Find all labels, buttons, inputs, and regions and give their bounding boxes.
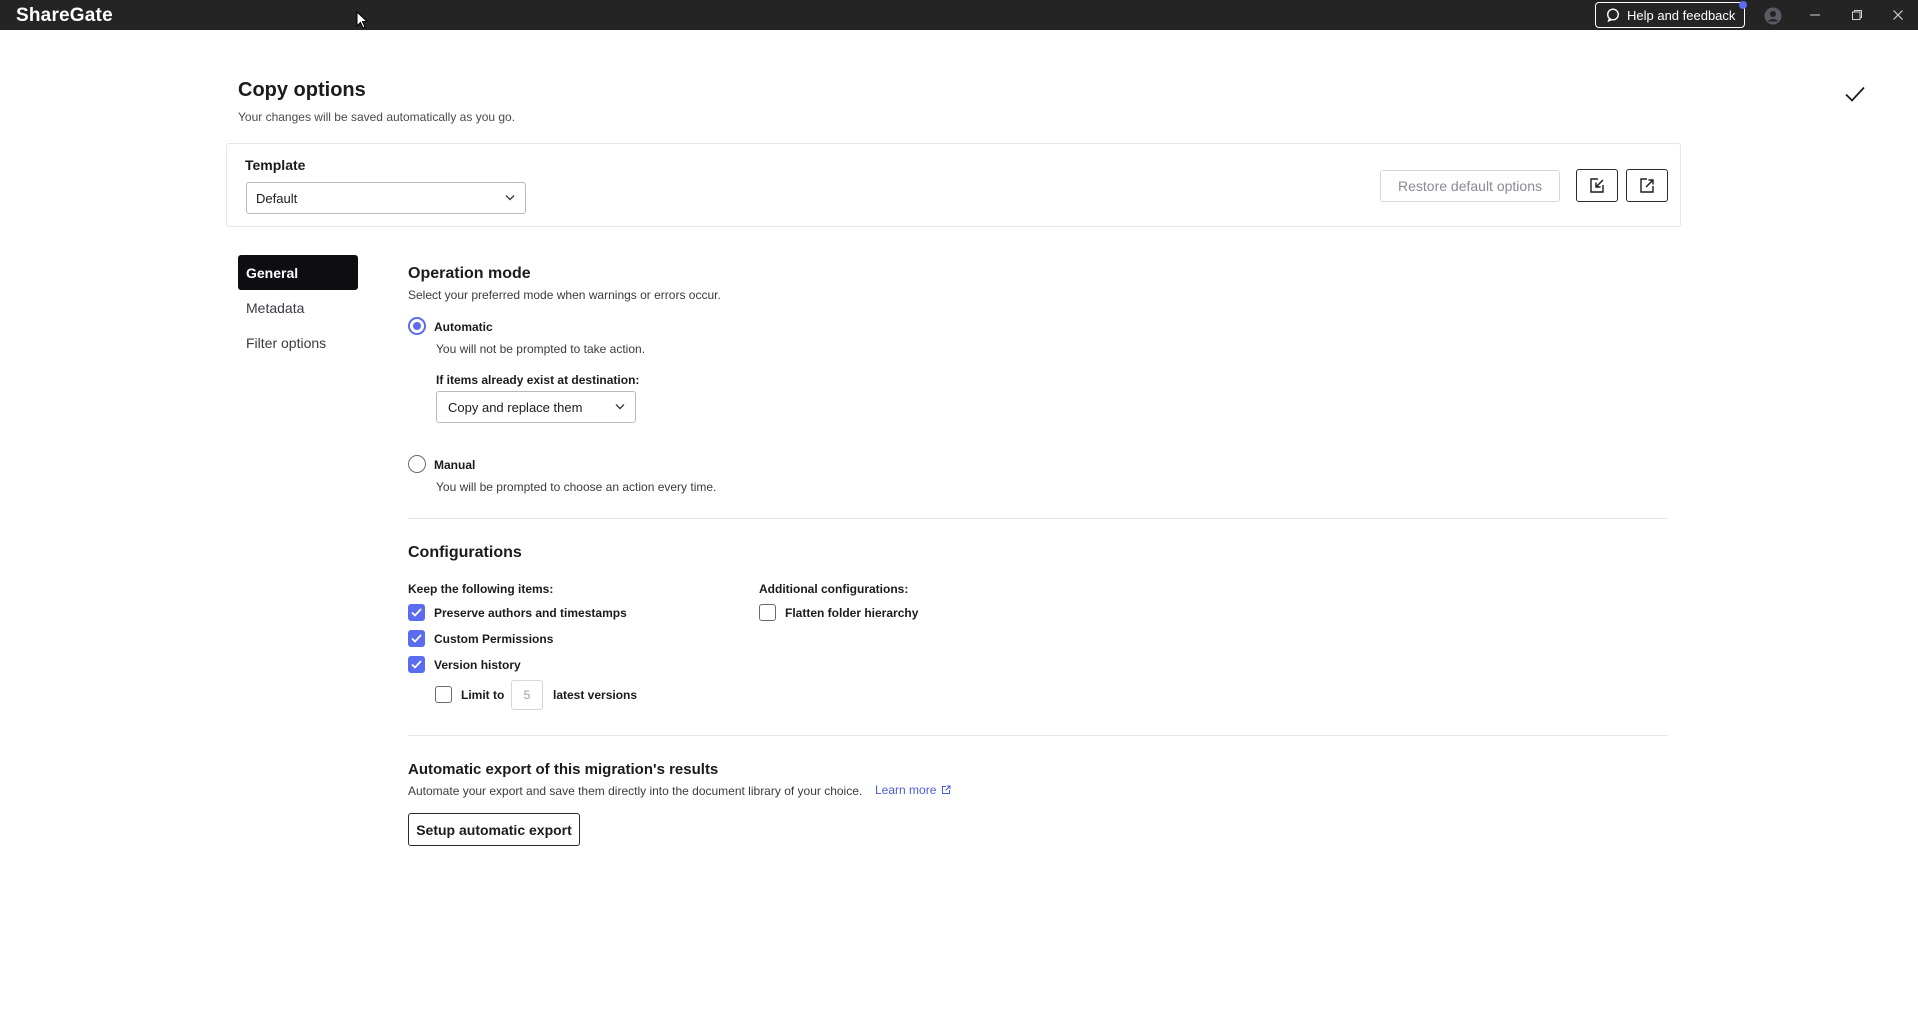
section-divider — [408, 735, 1668, 736]
restore-window-icon[interactable] — [1846, 5, 1868, 25]
latest-versions-label: latest versions — [553, 688, 638, 702]
chevron-down-icon — [615, 404, 625, 410]
exists-at-destination-label: If items already exist at destination: — [436, 373, 640, 387]
version-history-label[interactable]: Version history — [434, 658, 521, 672]
limit-to-label[interactable]: Limit to — [461, 688, 504, 702]
minimize-icon[interactable] — [1804, 5, 1826, 25]
checkmark-icon — [411, 634, 422, 643]
mouse-cursor-icon — [356, 11, 368, 29]
title-bar: ShareGate Help and feedback — [0, 0, 1918, 30]
flatten-folder-checkbox[interactable] — [759, 604, 776, 621]
export-template-button[interactable] — [1626, 169, 1668, 202]
nav-item-filter-options[interactable]: Filter options — [238, 325, 358, 360]
notification-dot — [1739, 1, 1747, 9]
operation-mode-description: Select your preferred mode when warnings… — [408, 288, 721, 302]
nav-item-general[interactable]: General — [238, 255, 358, 290]
section-divider — [408, 518, 1668, 519]
app-brand: ShareGate — [16, 5, 113, 26]
setup-automatic-export-button[interactable]: Setup automatic export — [408, 813, 580, 846]
learn-more-link[interactable]: Learn more — [875, 783, 951, 797]
checkmark-icon[interactable] — [1843, 82, 1867, 106]
exists-action-selected-value: Copy and replace them — [448, 399, 583, 415]
automatic-export-title: Automatic export of this migration's res… — [408, 761, 719, 778]
manual-label[interactable]: Manual — [434, 458, 475, 472]
page-subtitle: Your changes will be saved automatically… — [238, 110, 516, 124]
template-dropdown[interactable]: Default — [246, 182, 526, 214]
keep-items-label: Keep the following items: — [408, 582, 554, 596]
custom-permissions-checkbox[interactable] — [408, 630, 425, 647]
checkmark-icon — [411, 660, 422, 669]
chat-icon — [1606, 8, 1620, 22]
restore-default-options-button[interactable]: Restore default options — [1380, 170, 1560, 202]
chevron-down-icon — [505, 195, 515, 201]
account-icon[interactable] — [1764, 7, 1782, 25]
import-icon — [1590, 177, 1604, 193]
template-selected-value: Default — [256, 190, 298, 206]
automatic-label[interactable]: Automatic — [434, 320, 493, 334]
preserve-authors-checkbox[interactable] — [408, 604, 425, 621]
additional-configurations-label: Additional configurations: — [759, 582, 909, 596]
page-title: Copy options — [238, 79, 366, 101]
version-history-checkbox[interactable] — [408, 656, 425, 673]
operation-mode-title: Operation mode — [408, 265, 531, 282]
close-icon[interactable] — [1887, 5, 1909, 25]
help-label: Help and feedback — [1627, 7, 1736, 23]
automatic-radio[interactable] — [408, 317, 426, 335]
configurations-title: Configurations — [408, 544, 522, 561]
custom-permissions-label[interactable]: Custom Permissions — [434, 632, 553, 646]
template-label: Template — [245, 157, 306, 173]
export-icon — [1640, 177, 1654, 193]
automatic-description: You will not be prompted to take action. — [436, 342, 646, 356]
manual-description: You will be prompted to choose an action… — [436, 480, 717, 494]
exists-action-dropdown[interactable]: Copy and replace them — [436, 391, 636, 423]
manual-radio[interactable] — [408, 455, 426, 473]
nav-item-metadata[interactable]: Metadata — [238, 290, 358, 325]
checkmark-icon — [411, 608, 422, 617]
import-template-button[interactable] — [1576, 169, 1618, 202]
learn-more-label: Learn more — [875, 783, 937, 797]
external-link-icon — [942, 785, 951, 794]
flatten-folder-label[interactable]: Flatten folder hierarchy — [785, 606, 918, 620]
limit-versions-checkbox[interactable] — [435, 686, 452, 703]
help-and-feedback-button[interactable]: Help and feedback — [1595, 2, 1745, 28]
limit-versions-input[interactable]: 5 — [511, 680, 543, 710]
automatic-export-description: Automate your export and save them direc… — [408, 784, 863, 798]
preserve-authors-label[interactable]: Preserve authors and timestamps — [434, 606, 627, 620]
